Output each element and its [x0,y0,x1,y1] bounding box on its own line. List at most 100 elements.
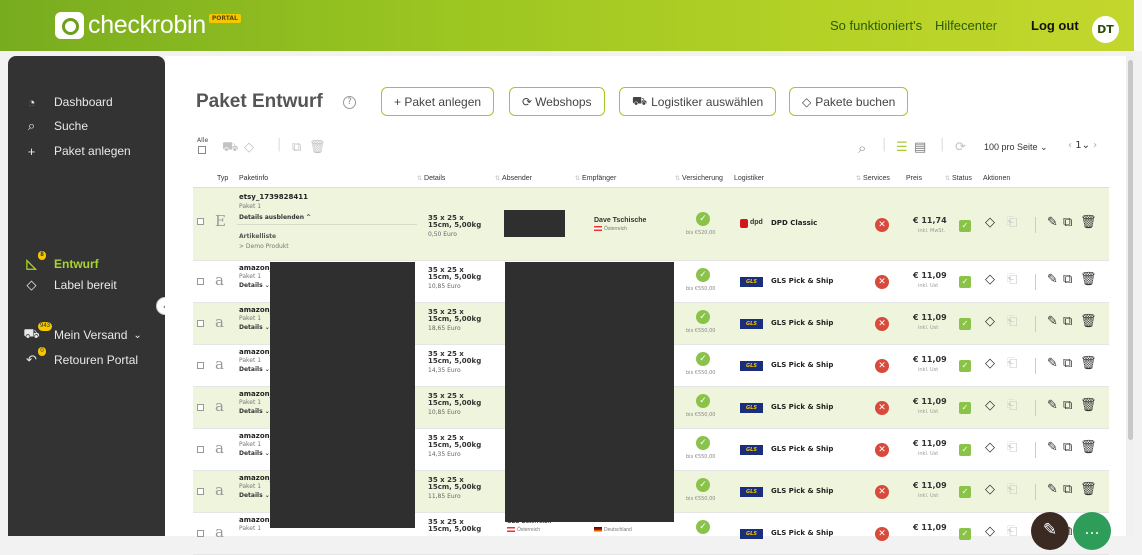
edit-icon[interactable]: ✎ [1047,272,1058,287]
details-toggle[interactable]: Details ⌄ [239,324,270,331]
status-checkbox[interactable]: ✓ [959,528,971,540]
compact-view-icon[interactable]: ▤ [914,140,926,155]
edit-icon[interactable]: ✎ [1047,440,1058,455]
pakete-buchen-button[interactable]: ◇ Pakete buchen [789,87,909,116]
sidebar-item-dashboard[interactable]: ◔ Dashboard [8,92,113,112]
edit-icon[interactable]: ✎ [1047,215,1058,230]
status-checkbox[interactable]: ✓ [959,276,971,288]
sidebar-item-retouren[interactable]: ↶ 0 Retouren Portal [8,347,138,370]
label-icon[interactable]: ⎗ [1007,482,1017,497]
no-services-icon[interactable]: ✕ [875,317,889,331]
details-toggle[interactable]: Details ⌄ [239,282,270,289]
user-avatar[interactable]: DT [1092,16,1119,43]
list-view-icon[interactable]: ☰ [896,140,908,155]
no-services-icon[interactable]: ✕ [875,527,889,541]
webshops-button[interactable]: ⟳ Webshops [509,87,605,116]
trash-icon[interactable]: 🗑 [1080,314,1097,329]
col-status[interactable]: Status [945,175,972,182]
tag-icon[interactable]: ◇ [985,440,995,455]
status-checkbox[interactable]: ✓ [959,360,971,372]
scrollbar-thumb[interactable] [1128,60,1133,440]
tag-icon[interactable]: ◇ [985,272,995,287]
tag-icon[interactable]: ◇ [985,524,995,539]
copy-icon[interactable]: ⧉ [1063,398,1072,413]
no-services-icon[interactable]: ✕ [875,443,889,457]
col-logistiker[interactable]: Logistiker [734,175,764,182]
search-icon[interactable]: ⌕ [858,139,866,157]
row-checkbox[interactable] [197,446,204,453]
trash-icon[interactable]: 🗑 [309,140,326,155]
details-toggle[interactable]: Details ⌄ [239,450,270,457]
sidebar-item-entwurf[interactable]: ◺ 8 Entwurf [8,251,99,274]
trash-icon[interactable]: 🗑 [1080,356,1097,371]
trash-icon[interactable]: 🗑 [1080,440,1097,455]
details-toggle[interactable]: Details ⌄ [239,366,270,373]
trash-icon[interactable]: 🗑 [1080,482,1097,497]
status-checkbox[interactable]: ✓ [959,486,971,498]
row-checkbox[interactable] [197,362,204,369]
chat-icon[interactable]: … [1073,512,1111,550]
copy-icon[interactable]: ⧉ [1063,272,1072,287]
sidebar-item-mein-versand[interactable]: ⛟ 943 Mein Versand ⌄ [8,322,142,345]
logout-link[interactable]: Log out [1031,0,1079,51]
no-services-icon[interactable]: ✕ [875,275,889,289]
row-checkbox[interactable] [197,488,204,495]
label-icon[interactable]: ⎗ [1007,398,1017,413]
logistiker-button[interactable]: ⛟ Logistiker auswählen [619,87,777,116]
trash-icon[interactable]: 🗑 [1080,215,1097,230]
col-aktionen[interactable]: Aktionen [983,175,1010,182]
details-toggle[interactable]: Details ⌄ [239,492,270,499]
nav-how-it-works[interactable]: So funktioniert's [830,0,922,51]
checkrobin-logo[interactable]: checkrobin PORTAL [55,9,241,41]
row-checkbox[interactable] [197,278,204,285]
sidebar-item-paket-anlegen[interactable]: + Paket anlegen [8,141,131,161]
col-services[interactable]: Services [856,175,890,182]
label-icon[interactable]: ⎗ [1007,314,1017,329]
truck-icon[interactable]: ⛟ [222,140,238,157]
select-all-checkbox[interactable] [198,146,206,154]
tag-icon[interactable]: ◇ [985,482,995,497]
paket-anlegen-button[interactable]: + Paket anlegen [381,87,495,116]
row-checkbox[interactable] [197,320,204,327]
brush-icon[interactable]: ✎ [1031,512,1069,550]
col-versicherung[interactable]: Versicherung [675,175,723,182]
status-checkbox[interactable]: ✓ [959,402,971,414]
tag-icon[interactable]: ◇ [985,314,995,329]
col-preis[interactable]: Preis [906,175,922,182]
help-icon[interactable]: ? [343,96,356,109]
trash-icon[interactable]: 🗑 [1080,272,1097,287]
no-services-icon[interactable]: ✕ [875,485,889,499]
copy-icon[interactable]: ⧉ [1063,314,1072,329]
col-typ[interactable]: Typ [217,175,228,182]
tag-icon[interactable]: ◇ [985,356,995,371]
label-icon[interactable]: ⎗ [1007,356,1017,371]
no-services-icon[interactable]: ✕ [875,359,889,373]
copy-icon[interactable]: ⧉ [1063,356,1072,371]
col-details[interactable]: Details [417,175,445,182]
article-item[interactable]: > Demo Produkt [239,243,289,250]
trash-icon[interactable]: 🗑 [1080,398,1097,413]
col-paketinfo[interactable]: Paketinfo [239,175,268,182]
col-absender[interactable]: Absender [495,175,532,182]
status-checkbox[interactable]: ✓ [959,444,971,456]
col-empfaenger[interactable]: Empfänger [575,175,616,182]
refresh-icon[interactable]: ⟳ [955,140,966,155]
tag-icon[interactable]: ◇ [244,140,254,155]
copy-icon[interactable]: ⧉ [292,140,301,155]
row-checkbox[interactable] [197,218,204,225]
row-checkbox[interactable] [197,404,204,411]
no-services-icon[interactable]: ✕ [875,401,889,415]
tag-icon[interactable]: ◇ [985,398,995,413]
sidebar-item-search[interactable]: ⌕ Suche [8,116,88,136]
label-icon[interactable]: ⎗ [1007,215,1017,230]
no-services-icon[interactable]: ✕ [875,218,889,232]
details-toggle[interactable]: Details ausblenden ^ [239,214,311,221]
per-page-select[interactable]: 100 pro Seite ⌄ [984,142,1048,153]
label-icon[interactable]: ⎗ [1007,440,1017,455]
copy-icon[interactable]: ⧉ [1063,440,1072,455]
label-icon[interactable]: ⎗ [1007,272,1017,287]
table-row[interactable]: E etsy_1739828411 Paket 1 Details ausble… [193,188,1109,261]
nav-help-center[interactable]: Hilfecenter [935,0,997,51]
edit-icon[interactable]: ✎ [1047,398,1058,413]
status-checkbox[interactable]: ✓ [959,318,971,330]
